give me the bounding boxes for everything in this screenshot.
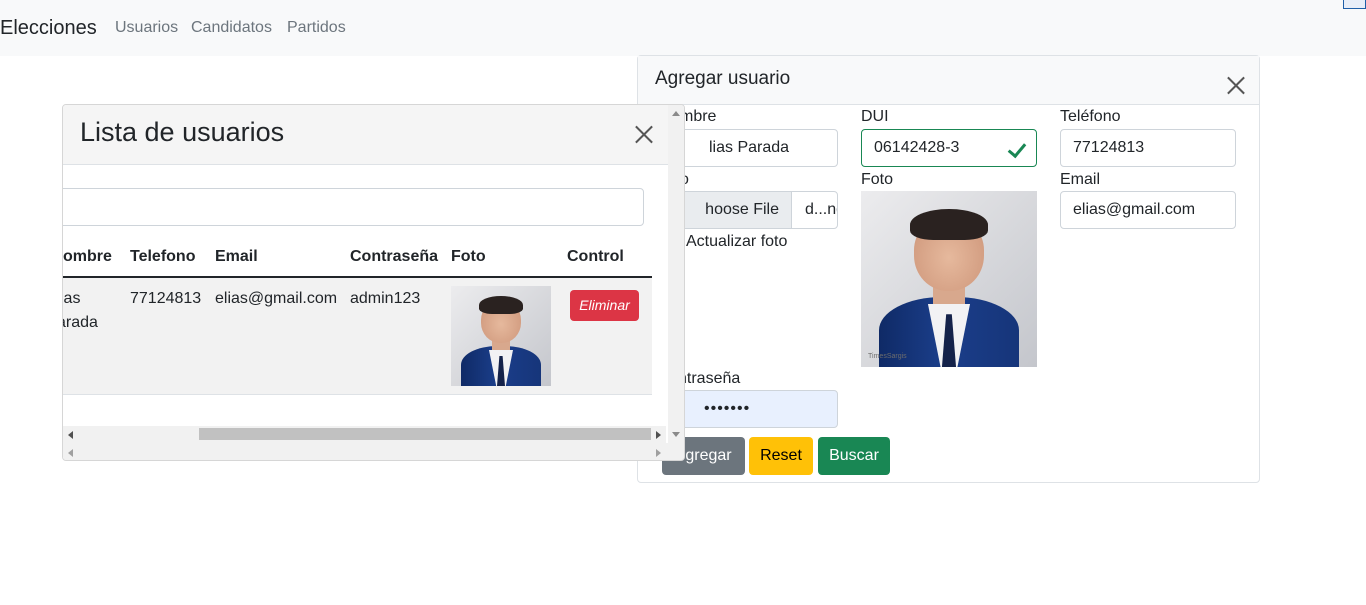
- cell-nombre-line2: arada: [63, 314, 98, 331]
- horizontal-scroll-thumb[interactable]: [199, 428, 651, 440]
- foto-label: Foto: [861, 171, 894, 188]
- foto-file-input[interactable]: hoose File d...ng: [661, 191, 838, 229]
- close-icon[interactable]: [635, 125, 653, 143]
- close-icon[interactable]: [1227, 76, 1245, 94]
- scroll-down-icon[interactable]: [672, 432, 680, 437]
- eliminar-button[interactable]: Eliminar: [570, 290, 639, 321]
- nombre-field[interactable]: lias Parada: [661, 129, 838, 167]
- file-name: d...ng: [805, 201, 837, 218]
- contrasena-field[interactable]: •••••••: [661, 390, 838, 428]
- telefono-field[interactable]: 77124813: [1060, 129, 1236, 167]
- contrasena-label: ntraseña: [678, 370, 741, 387]
- cell-nombre-line1: ias: [62, 290, 81, 307]
- dui-label: DUI: [861, 108, 889, 125]
- th-nombre: ombre: [63, 248, 112, 265]
- cell-contrasena: admin123: [350, 290, 421, 307]
- scroll-right-icon[interactable]: [656, 431, 661, 439]
- outer-horizontal-scrollbar[interactable]: [63, 443, 684, 460]
- cell-telefono: 77124813: [130, 290, 202, 307]
- check-icon: [1008, 142, 1026, 156]
- th-control: Control: [567, 248, 624, 265]
- outer-scroll-left-icon[interactable]: [68, 449, 73, 457]
- reset-button[interactable]: Reset: [749, 437, 813, 475]
- nav-link-partidos[interactable]: Partidos: [287, 19, 346, 37]
- cell-email: elias@gmail.com: [215, 290, 338, 307]
- photo-watermark: TimesSargis: [868, 352, 907, 360]
- telefono-label: Teléfono: [1060, 108, 1121, 125]
- buscar-button[interactable]: Buscar: [818, 437, 890, 475]
- th-email: Email: [215, 248, 258, 265]
- navbar: Elecciones Usuarios Candidatos Partidos: [0, 0, 1366, 56]
- outer-scroll-right-icon[interactable]: [656, 449, 661, 457]
- th-contrasena: Contraseña: [350, 248, 439, 265]
- search-input[interactable]: [63, 188, 644, 226]
- email-label: Email: [1060, 171, 1101, 188]
- vertical-scrollbar[interactable]: [668, 105, 684, 443]
- cell-foto: [451, 286, 551, 386]
- window-corner-icon: [1343, 0, 1366, 9]
- card-header: Agregar usuario: [638, 56, 1259, 105]
- th-telefono: Telefono: [130, 248, 196, 265]
- nav-link-usuarios[interactable]: Usuarios: [115, 19, 178, 37]
- scroll-left-icon[interactable]: [68, 431, 73, 439]
- th-foto: Foto: [451, 248, 486, 265]
- modal-title: Lista de usuarios: [80, 117, 285, 147]
- actualizar-foto-label: Actualizar foto: [686, 233, 788, 250]
- lista-usuarios-modal: Lista de usuarios ombre Telefono Email C…: [62, 104, 685, 461]
- email-field[interactable]: elias@gmail.com: [1060, 191, 1236, 229]
- nombre-label: mbre: [680, 108, 717, 125]
- brand[interactable]: Elecciones: [0, 17, 97, 40]
- card-title: Agregar usuario: [655, 68, 791, 89]
- nav-link-candidatos[interactable]: Candidatos: [191, 19, 272, 37]
- user-photo: TimesSargis: [861, 191, 1037, 367]
- modal-header: Lista de usuarios: [63, 105, 684, 165]
- agregar-usuario-card: Agregar usuario mbre lias Parada o hoose…: [637, 55, 1260, 483]
- scroll-up-icon[interactable]: [672, 111, 680, 116]
